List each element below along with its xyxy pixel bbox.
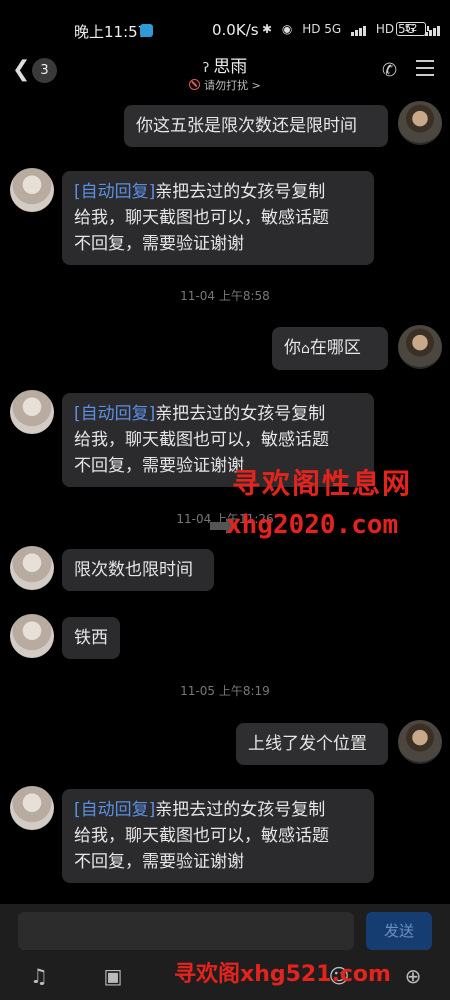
contact-avatar[interactable] xyxy=(10,390,54,434)
do-not-disturb-label: 请勿打扰 > xyxy=(204,79,261,92)
message-line: 给我，聊天截图也可以，敏感话题 xyxy=(74,208,329,228)
plus-icon[interactable]: ⊕ xyxy=(400,964,426,990)
watermark-url: xhg2020.com xyxy=(226,510,399,540)
message-text: 铁西 xyxy=(74,628,108,648)
contact-name: 思雨 xyxy=(213,57,248,77)
message-line: 亲把去过的女孩号复制 xyxy=(155,182,326,202)
battery-icon: 52 xyxy=(396,22,429,36)
ear-icon: ʔ xyxy=(202,61,210,76)
message-line: 给我，聊天截图也可以，敏感话题 xyxy=(74,826,329,846)
message-bubble-in[interactable]: [自动回复]亲把去过的女孩号复制 给我，聊天截图也可以，敏感话题 不回复，需要验… xyxy=(62,171,374,265)
message-text: 限次数也限时间 xyxy=(74,560,193,580)
voice-icon[interactable]: ♫ xyxy=(26,964,52,990)
my-avatar[interactable] xyxy=(398,325,442,369)
chat-header: ❮ 3 ʔ 思雨 请勿打扰 > ✆ xyxy=(0,46,450,94)
do-not-disturb-icon xyxy=(189,79,201,90)
message-bubble-in[interactable]: 铁西 xyxy=(62,617,120,659)
timestamp: 11-05 上午8:19 xyxy=(180,684,270,698)
message-line: 给我，聊天截图也可以，敏感话题 xyxy=(74,430,329,450)
signal-1-label: HD 5G xyxy=(302,21,342,36)
message-line: 亲把去过的女孩号复制 xyxy=(155,800,326,820)
my-avatar[interactable] xyxy=(398,720,442,764)
contact-avatar[interactable] xyxy=(10,786,54,830)
message-line: 不回复，需要验证谢谢 xyxy=(74,234,244,254)
message-line: 不回复，需要验证谢谢 xyxy=(74,456,244,476)
message-line: 亲把去过的女孩号复制 xyxy=(155,404,326,424)
alarm-icon: ◉ xyxy=(281,21,293,36)
message-line: 不回复，需要验证谢谢 xyxy=(74,852,244,872)
app-notification-icon xyxy=(140,24,153,37)
message-input[interactable] xyxy=(18,912,354,950)
auto-reply-tag: [自动回复] xyxy=(74,800,156,820)
auto-reply-tag: [自动回复] xyxy=(74,182,156,202)
message-text: 上线了发个位置 xyxy=(248,734,367,754)
house-icon: ⌂ xyxy=(301,341,310,357)
watermark-title: 寻欢阁性息网 xyxy=(232,467,413,500)
contact-avatar[interactable] xyxy=(10,546,54,590)
bluetooth-icon: ✱ xyxy=(262,21,273,36)
message-bubble-out[interactable]: 你⌂在哪区 xyxy=(272,327,388,370)
message-text-after: 在哪区 xyxy=(309,338,361,358)
contact-avatar[interactable] xyxy=(10,168,54,212)
status-bar: 晚上11:57 0.0K/s ✱ ◉ HD 5G HD 5G 52 xyxy=(0,0,450,41)
timestamp: 11-04 上午8:58 xyxy=(180,289,270,303)
contact-avatar[interactable] xyxy=(10,614,54,658)
message-bubble-out[interactable]: 你这五张是限次数还是限时间 xyxy=(124,105,388,147)
auto-reply-tag: [自动回复] xyxy=(74,404,156,424)
message-bubble-out[interactable]: 上线了发个位置 xyxy=(236,723,388,765)
status-time: 晚上11:57 xyxy=(74,23,148,41)
signal-1-bars-icon xyxy=(351,22,367,36)
watermark-bottom: 寻欢阁xhg521.com xyxy=(174,962,391,987)
message-bubble-in[interactable]: [自动回复]亲把去过的女孩号复制 给我，聊天截图也可以，敏感话题 不回复，需要验… xyxy=(62,789,374,883)
message-bubble-in[interactable]: 限次数也限时间 xyxy=(62,549,214,591)
send-button[interactable]: 发送 xyxy=(366,912,432,950)
message-text-before: 你 xyxy=(284,338,301,358)
phone-icon[interactable]: ✆ xyxy=(382,60,402,81)
menu-icon[interactable] xyxy=(416,60,434,81)
message-text: 你这五张是限次数还是限时间 xyxy=(136,116,357,136)
image-icon[interactable]: ▣ xyxy=(100,964,126,990)
network-speed: 0.0K/s xyxy=(212,21,259,39)
my-avatar[interactable] xyxy=(398,101,442,145)
